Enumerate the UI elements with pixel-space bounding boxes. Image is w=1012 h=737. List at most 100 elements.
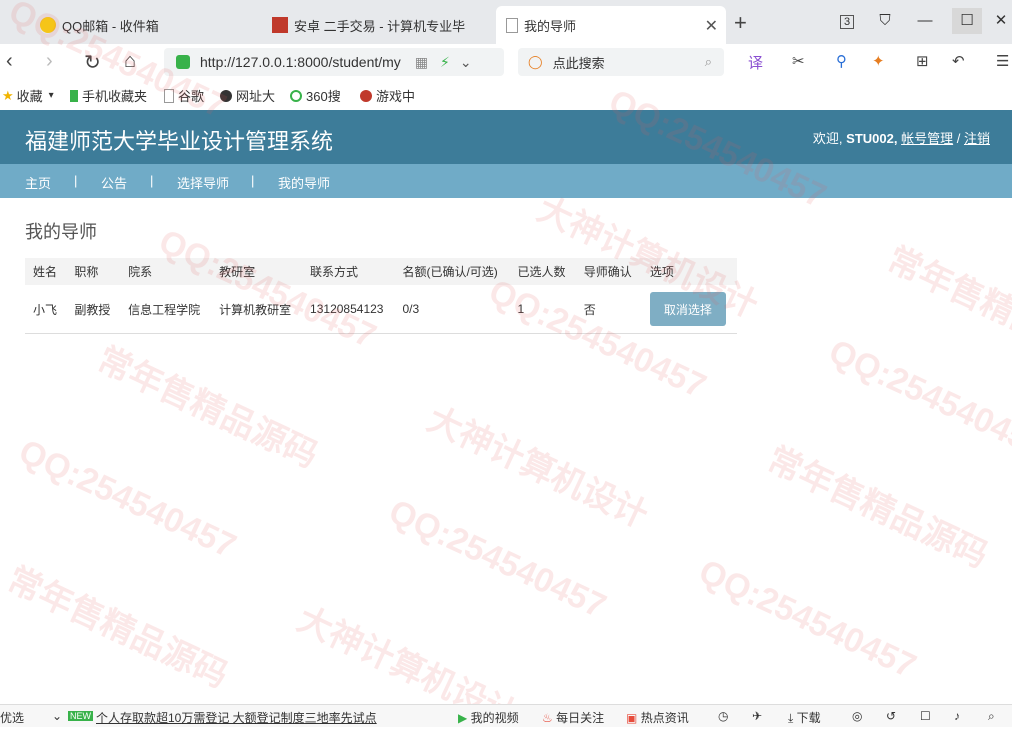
play-icon: ▶ bbox=[458, 711, 468, 725]
translate-icon[interactable]: 译 bbox=[748, 52, 763, 73]
tab-qqmail[interactable]: QQ邮箱 - 收件箱 bbox=[40, 6, 260, 44]
forward-icon[interactable]: › bbox=[46, 50, 53, 73]
search-engine-icon: ◯ bbox=[528, 54, 543, 69]
site-favicon-icon bbox=[272, 17, 288, 33]
site-title: 福建师范大学毕业设计管理系统 bbox=[25, 129, 334, 154]
account-link[interactable]: 帐号管理 bbox=[901, 131, 953, 146]
refresh-icon[interactable]: ↺ bbox=[886, 709, 896, 723]
site-nav-icon bbox=[220, 89, 232, 102]
bookmark-label: 网址大 bbox=[236, 89, 276, 104]
col-office: 教研室 bbox=[211, 258, 303, 285]
news-link[interactable]: 个人存取款超10万需登记 大额登记制度三地率先试点 bbox=[96, 709, 377, 726]
tab-android-trade[interactable]: 安卓 二手交易 - 计算机专业毕 bbox=[272, 6, 472, 44]
nav-choose-tutor[interactable]: 选择导师 bbox=[177, 173, 229, 192]
menu-icon[interactable]: ☰ bbox=[996, 52, 1009, 70]
qr-icon[interactable]: ▦ bbox=[415, 54, 428, 71]
window-icon[interactable]: ☐ bbox=[920, 709, 931, 723]
daily-item[interactable]: ♨ 每日关注 bbox=[542, 709, 604, 726]
back-icon[interactable]: ‹ bbox=[6, 50, 13, 73]
tutor-table: 姓名 职称 院系 教研室 联系方式 名额(已确认/可选) 已选人数 导师确认 选… bbox=[25, 258, 737, 334]
chevron-down-icon[interactable]: ⌄ bbox=[52, 709, 62, 723]
browser-logo bbox=[0, 6, 6, 44]
cell-contact: 13120854123 bbox=[302, 285, 395, 334]
flame-icon: ♨ bbox=[542, 711, 553, 725]
new-tab-icon[interactable]: + bbox=[734, 10, 747, 36]
watermark: QQ:254540457 bbox=[823, 332, 1012, 466]
tab-count-badge[interactable]: 3 bbox=[832, 8, 862, 34]
scissors-icon[interactable]: ✂ bbox=[792, 52, 805, 70]
watermark: 大神计算机设计 bbox=[421, 400, 654, 536]
skin-icon[interactable]: ⛉ bbox=[870, 8, 900, 34]
magnifier-icon[interactable]: ⚲ bbox=[836, 52, 847, 70]
video-item[interactable]: ▶ 我的视频 bbox=[458, 709, 519, 726]
secure-shield-icon bbox=[176, 55, 190, 69]
bookmark-360[interactable]: 360搜 bbox=[290, 86, 341, 105]
cell-name: 小飞 bbox=[25, 285, 67, 334]
logout-link[interactable]: 注销 bbox=[964, 131, 990, 146]
cancel-selection-button[interactable]: 取消选择 bbox=[649, 292, 726, 326]
cell-quota: 0/3 bbox=[394, 285, 510, 334]
bookmark-mobile[interactable]: 手机收藏夹 bbox=[70, 86, 147, 105]
privacy-icon[interactable]: ◎ bbox=[852, 709, 862, 723]
bookmark-label: 360搜 bbox=[306, 89, 341, 104]
hotnews-item[interactable]: ▣ 热点资讯 bbox=[626, 709, 689, 726]
tab-my-tutor[interactable]: 我的导师 ✕ bbox=[496, 6, 726, 44]
download-item[interactable]: ⤓ 下载 bbox=[788, 709, 821, 726]
watermark: 常年售精品源码 bbox=[1, 560, 234, 696]
rocket-icon[interactable]: ✈ bbox=[752, 709, 762, 723]
home-icon[interactable]: ⌂ bbox=[124, 50, 136, 73]
bookmark-label: 手机收藏夹 bbox=[82, 89, 148, 104]
minimize-icon[interactable]: — bbox=[910, 8, 940, 34]
nav-separator: | bbox=[251, 173, 255, 188]
bookmark-label: 游戏中 bbox=[376, 89, 416, 104]
page-icon bbox=[506, 17, 518, 33]
nav-my-tutor[interactable]: 我的导师 bbox=[278, 173, 330, 192]
status-bar: 优选 ⌄ NEW 个人存取款超10万需登记 大额登记制度三地率先试点 ▶ 我的视… bbox=[0, 704, 1012, 727]
nav-home[interactable]: 主页 bbox=[25, 173, 51, 192]
bookmark-favorites[interactable]: ★ 收藏 ▾ bbox=[2, 86, 54, 105]
url-field[interactable]: http://127.0.0.1:8000/student/my ▦ ⚡ ⌄ bbox=[164, 48, 504, 76]
status-label: 热点资讯 bbox=[640, 711, 689, 725]
game-icon[interactable]: ✦ bbox=[872, 52, 885, 70]
chevron-down-icon[interactable]: ⌄ bbox=[460, 54, 472, 71]
col-title: 职称 bbox=[66, 258, 121, 285]
reload-icon[interactable]: ↻ bbox=[84, 50, 101, 75]
tab-label: 安卓 二手交易 - 计算机专业毕 bbox=[294, 18, 466, 34]
tab-label: QQ邮箱 - 收件箱 bbox=[62, 18, 159, 34]
qqmail-icon bbox=[40, 17, 56, 33]
nav-announcements[interactable]: 公告 bbox=[101, 173, 127, 192]
360-icon bbox=[290, 89, 302, 102]
volume-icon[interactable]: ♪ bbox=[954, 709, 960, 723]
close-tab-icon[interactable]: ✕ bbox=[705, 16, 718, 36]
search-box[interactable]: ◯ 点此搜索 ⌕ bbox=[518, 48, 724, 76]
speed-icon[interactable]: ◷ bbox=[718, 709, 728, 723]
watermark: QQ:254540457 bbox=[693, 552, 922, 686]
search-icon[interactable]: ⌕ bbox=[705, 54, 712, 70]
game-center-icon bbox=[360, 89, 372, 102]
watermark: QQ:254540457 bbox=[383, 492, 612, 626]
bookmarks-bar: ★ 收藏 ▾ 手机收藏夹 谷歌 网址大 360搜 游戏中 bbox=[0, 80, 1012, 111]
bookmark-google[interactable]: 谷歌 bbox=[164, 86, 204, 105]
maximize-icon[interactable]: ☐ bbox=[952, 8, 982, 34]
user-area: 欢迎, STU002, 帐号管理 / 注销 bbox=[813, 128, 990, 147]
cell-action: 取消选择 bbox=[641, 285, 737, 334]
status-left[interactable]: 优选 bbox=[0, 709, 24, 726]
close-window-icon[interactable]: ✕ bbox=[986, 8, 1012, 34]
bookmark-games[interactable]: 游戏中 bbox=[360, 86, 415, 105]
apps-grid-icon[interactable]: ⊞ bbox=[916, 52, 929, 70]
separator: / bbox=[956, 131, 961, 146]
watermark: 常年售精品源码 bbox=[91, 340, 324, 476]
lightning-icon[interactable]: ⚡ bbox=[440, 54, 450, 71]
bookmark-label: 收藏 bbox=[16, 89, 43, 104]
zoom-icon[interactable]: ⌕ bbox=[988, 709, 995, 724]
page-title: 我的导师 bbox=[25, 222, 97, 242]
col-action: 选项 bbox=[641, 258, 737, 285]
bookmark-sites[interactable]: 网址大 bbox=[220, 86, 275, 105]
status-label: 每日关注 bbox=[556, 711, 605, 725]
undo-icon[interactable]: ↶ bbox=[952, 52, 965, 70]
cell-office: 计算机教研室 bbox=[211, 285, 303, 334]
search-placeholder: 点此搜索 bbox=[552, 55, 605, 71]
col-confirmed: 导师确认 bbox=[575, 258, 642, 285]
site-header: 福建师范大学毕业设计管理系统 欢迎, STU002, 帐号管理 / 注销 bbox=[0, 110, 1012, 164]
col-dept: 院系 bbox=[120, 258, 212, 285]
